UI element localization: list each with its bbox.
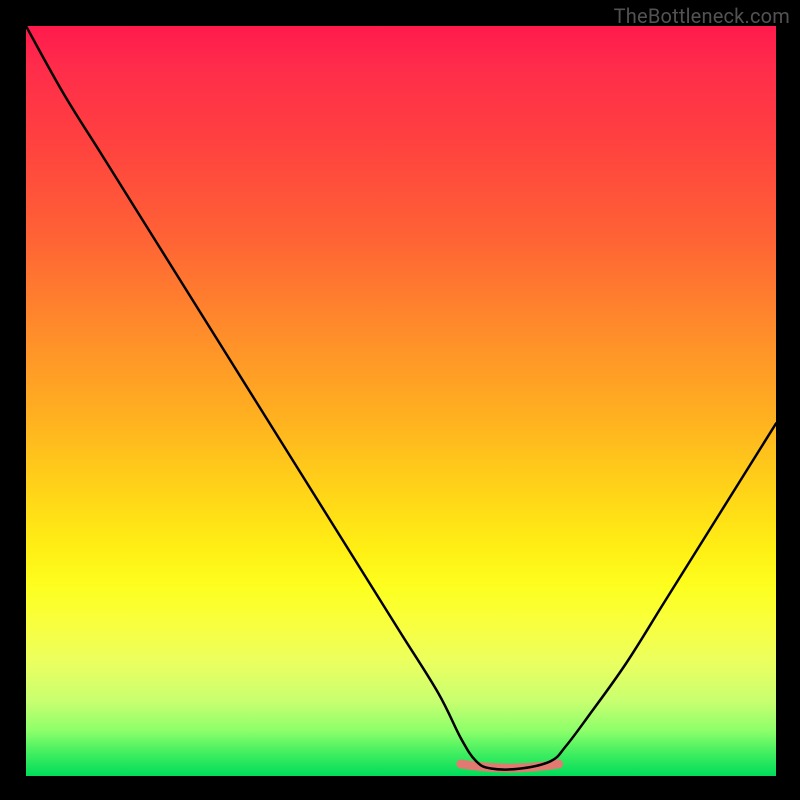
watermark-text: TheBottleneck.com xyxy=(614,4,790,28)
canvas: TheBottleneck.com xyxy=(0,0,800,800)
chart-svg xyxy=(26,26,776,776)
bottleneck-curve xyxy=(26,26,776,770)
plot-area xyxy=(26,26,776,776)
